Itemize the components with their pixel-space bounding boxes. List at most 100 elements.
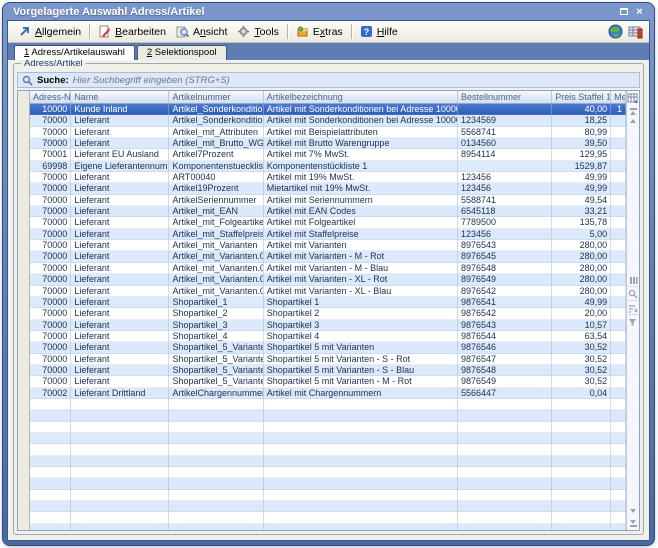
table-row[interactable]: 70000LieferantShopartikel_5_Varianten.3S…: [30, 376, 626, 387]
scroll-top-button[interactable]: [628, 106, 639, 116]
table-row[interactable]: 70001Lieferant EU AuslandArtikel7Prozent…: [30, 149, 626, 160]
column-header-preis_staffel_1[interactable]: Preis Staffel 1: [552, 91, 611, 103]
cell-bestellnummer: 1234569: [458, 115, 552, 126]
menu-extras[interactable]: Extras: [291, 23, 348, 40]
empty-row: [30, 501, 626, 512]
empty-row: [30, 478, 626, 489]
close-button[interactable]: ×: [633, 6, 646, 18]
cell-adressnr: 70000: [30, 274, 71, 285]
cell-artikelbezeichnung: [264, 467, 458, 478]
cell-artikelnummer: Artikel_mit_Attributen: [169, 127, 263, 138]
cell-preis_staffel_1: 1529,87: [552, 161, 611, 172]
cell-artikelbezeichnung: Shopartikel 5 mit Varianten - S - Rot: [264, 354, 458, 365]
table-row[interactable]: 70000LieferantArtikel_SonderkonditionenA…: [30, 115, 626, 126]
table-row[interactable]: 70000LieferantArtikel_mit_Varianten.006A…: [30, 286, 626, 297]
cell-menge: [611, 331, 626, 342]
cell-menge: [611, 376, 626, 387]
row-selector-gutter[interactable]: [18, 91, 30, 530]
cell-artikelbezeichnung: Shopartikel 2: [264, 308, 458, 319]
title-bar[interactable]: Vorgelagerte Auswahl Adress/Artikel ×: [7, 3, 650, 20]
cell-artikelbezeichnung: [264, 422, 458, 433]
cell-artikelbezeichnung: Shopartikel 1: [264, 297, 458, 308]
table-row[interactable]: 70000LieferantShopartikel_1Shopartikel 1…: [30, 297, 626, 308]
cell-adressnr: 70000: [30, 195, 71, 206]
cell-menge: [611, 127, 626, 138]
cell-preis_staffel_1: 280,00: [552, 263, 611, 274]
tab-strip: 1 Adress/Artikelauswahl 2 Selektionspool: [8, 43, 649, 60]
table-row[interactable]: 69998Eigene Lieferantennummer -FirmaKomp…: [30, 161, 626, 172]
empty-row: [30, 467, 626, 478]
table-row[interactable]: 70000LieferantShopartikel_5_VariantenSho…: [30, 342, 626, 353]
sort-tool-icon[interactable]: [628, 304, 639, 315]
table-row[interactable]: 70000LieferantArtikel_mit_Varianten.003A…: [30, 251, 626, 262]
tab-adress-artikelauswahl[interactable]: 1 Adress/Artikelauswahl: [14, 45, 135, 60]
cell-bestellnummer: [458, 490, 552, 501]
scroll-down-button[interactable]: [628, 506, 639, 516]
cell-adressnr: [30, 422, 71, 433]
tab-selektionspool[interactable]: 2 Selektionspool: [137, 45, 227, 60]
column-header-name[interactable]: Name: [71, 91, 169, 103]
column-header-menge[interactable]: Me: [611, 91, 626, 103]
cell-preis_staffel_1: 49,99: [552, 297, 611, 308]
table-row[interactable]: 70002Lieferant DrittlandArtikelChargennu…: [30, 388, 626, 399]
globe-button[interactable]: [607, 24, 624, 40]
cell-adressnr: [30, 478, 71, 489]
cell-artikelbezeichnung: Artikel mit Varianten: [264, 240, 458, 251]
table-row[interactable]: 70000LieferantArtikelSeriennummerArtikel…: [30, 195, 626, 206]
filter-tool-icon[interactable]: [628, 318, 639, 329]
table-row[interactable]: 70000LieferantShopartikel_3Shopartikel 3…: [30, 320, 626, 331]
column-header-artikelnummer[interactable]: Artikelnummer: [169, 91, 263, 103]
cell-bestellnummer: 9876548: [458, 365, 552, 376]
cell-name: Lieferant: [71, 217, 169, 228]
table-row[interactable]: 70000LieferantArtikel_mit_AttributenArti…: [30, 127, 626, 138]
column-header-adressnr[interactable]: Adress-Nr.: [30, 91, 71, 103]
scroll-up-button[interactable]: [628, 116, 639, 126]
menu-ansicht[interactable]: Ansicht: [171, 23, 232, 40]
table-row[interactable]: 70000LieferantArtikel_mit_StaffelpreiseA…: [30, 229, 626, 240]
menu-tools[interactable]: Tools: [232, 23, 284, 40]
table-row[interactable]: 70000LieferantArtikel_mit_FolgeartikelAr…: [30, 217, 626, 228]
cell-preis_staffel_1: 40,00: [552, 104, 611, 115]
cell-artikelnummer: Shopartikel_2: [169, 308, 263, 319]
menu-hilfe[interactable]: ? Hilfe: [355, 23, 403, 40]
cell-name: Lieferant: [71, 172, 169, 183]
edit-icon: [98, 25, 111, 38]
table-row[interactable]: 10000Kunde InlandArtikel_Sonderkondition…: [30, 104, 626, 115]
maximize-button[interactable]: [617, 6, 630, 18]
cell-adressnr: [30, 456, 71, 467]
database-button[interactable]: [627, 24, 644, 40]
cell-artikelbezeichnung: Artikel mit Varianten - M - Rot: [264, 251, 458, 262]
search-input[interactable]: [73, 75, 635, 86]
table-row[interactable]: 70000LieferantShopartikel_4Shopartikel 4…: [30, 331, 626, 342]
table-row[interactable]: 70000LieferantArtikel19ProzentMietartike…: [30, 183, 626, 194]
table-row[interactable]: 70000LieferantART00040Artikel mit 19% Mw…: [30, 172, 626, 183]
cell-adressnr: 70000: [30, 172, 71, 183]
table-row[interactable]: 70000LieferantArtikel_mit_Varianten.004A…: [30, 263, 626, 274]
column-header-artikelbezeichnung[interactable]: Artikelbezeichnung: [264, 91, 458, 103]
cell-preis_staffel_1: 10,57: [552, 320, 611, 331]
cell-artikelbezeichnung: [264, 512, 458, 523]
table-row[interactable]: 70000LieferantArtikel_mit_EANArtikel mit…: [30, 206, 626, 217]
search-tool-icon[interactable]: [628, 290, 639, 301]
menu-bearbeiten[interactable]: Bearbeiten: [93, 23, 171, 40]
pin-columns-icon[interactable]: [628, 276, 639, 287]
column-header-bestellnummer[interactable]: Bestellnummer: [458, 91, 552, 103]
menu-allgemein[interactable]: Allgemein: [13, 23, 86, 40]
cell-name: Lieferant: [71, 365, 169, 376]
table-row[interactable]: 70000LieferantShopartikel_2Shopartikel 2…: [30, 308, 626, 319]
scroll-bottom-button[interactable]: [628, 518, 639, 528]
table-row[interactable]: 70000LieferantArtikel_mit_Brutto_WGRArti…: [30, 138, 626, 149]
cell-preis_staffel_1: [552, 410, 611, 421]
cell-artikelnummer: [169, 501, 263, 512]
cell-artikelnummer: Artikel_mit_Varianten.006: [169, 286, 263, 297]
cell-name: [71, 490, 169, 501]
cell-artikelbezeichnung: Artikel mit Sonderkonditionen bei Adress…: [264, 104, 458, 115]
cell-adressnr: [30, 410, 71, 421]
column-chooser-icon[interactable]: [627, 92, 639, 104]
table-row[interactable]: 70000LieferantArtikel_mit_Varianten.005A…: [30, 274, 626, 285]
cell-preis_staffel_1: 129,95: [552, 149, 611, 160]
table-row[interactable]: 70000LieferantShopartikel_5_Varianten.2S…: [30, 365, 626, 376]
table-row[interactable]: 70000LieferantShopartikel_5_Varianten.1S…: [30, 354, 626, 365]
view-magnifier-icon: [176, 25, 189, 38]
table-row[interactable]: 70000LieferantArtikel_mit_VariantenArtik…: [30, 240, 626, 251]
